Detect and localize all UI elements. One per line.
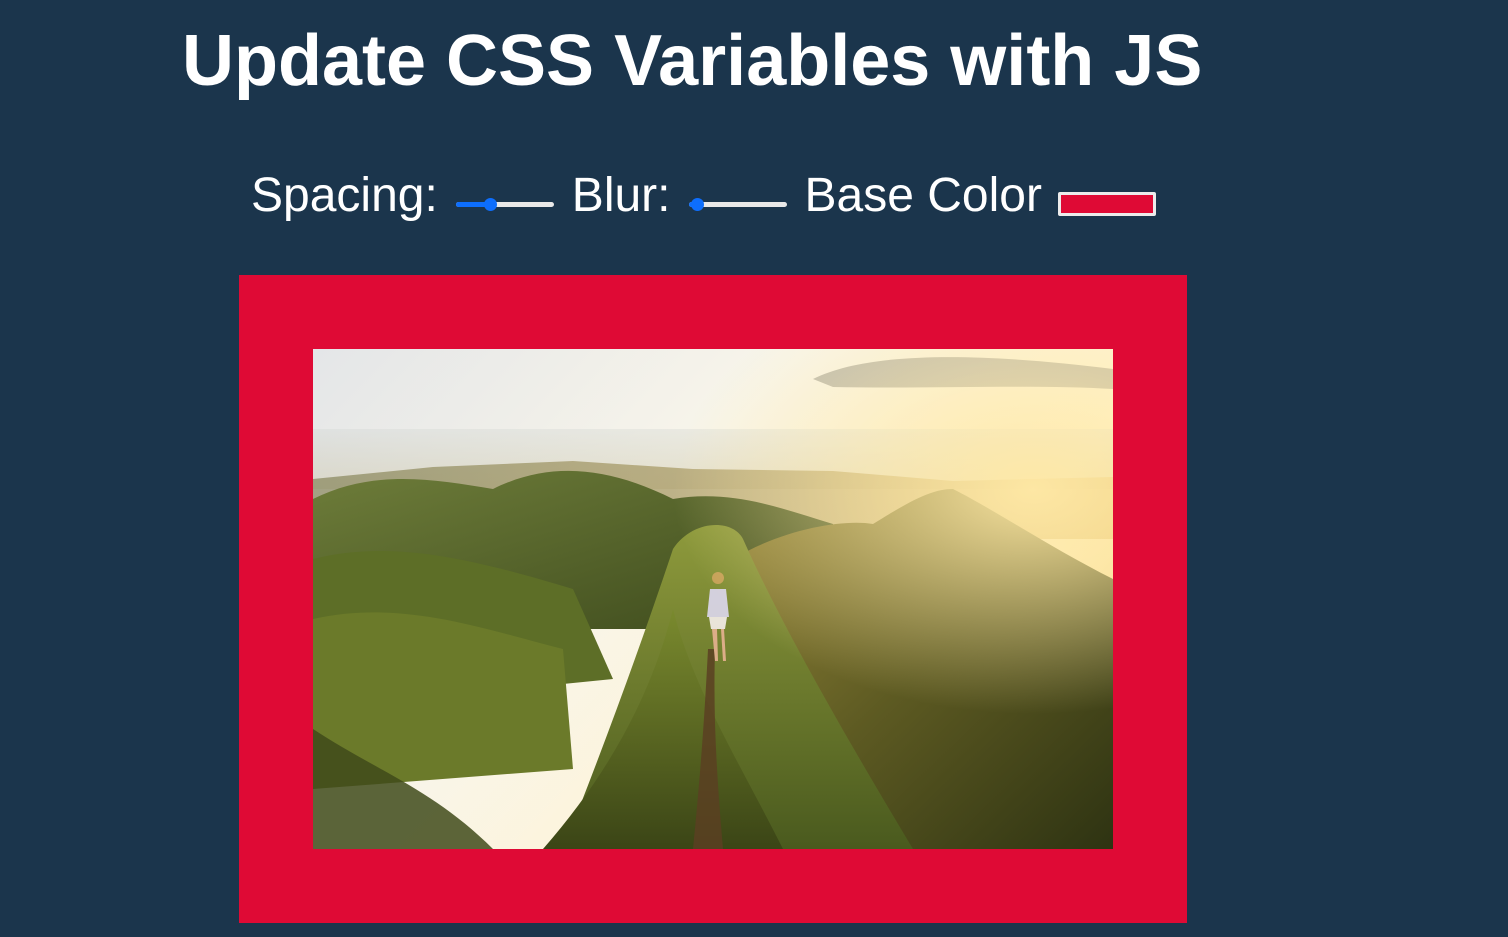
page-title: Update CSS Variables with JS [182,21,1203,101]
blur-slider[interactable] [688,166,787,226]
spacing-slider-thumb[interactable] [483,198,497,211]
spacing-label: Spacing: [251,169,438,222]
base-color-picker[interactable] [1057,192,1156,216]
base-color-label: Base Color [804,169,1042,222]
mountain-hiker-photo [313,349,1113,849]
blur-slider-thumb[interactable] [690,198,704,211]
image-frame [239,275,1187,923]
spacing-slider[interactable] [455,166,554,226]
blur-label: Blur: [571,169,671,222]
controls-bar: Spacing: Blur: Base Color [251,166,1156,226]
